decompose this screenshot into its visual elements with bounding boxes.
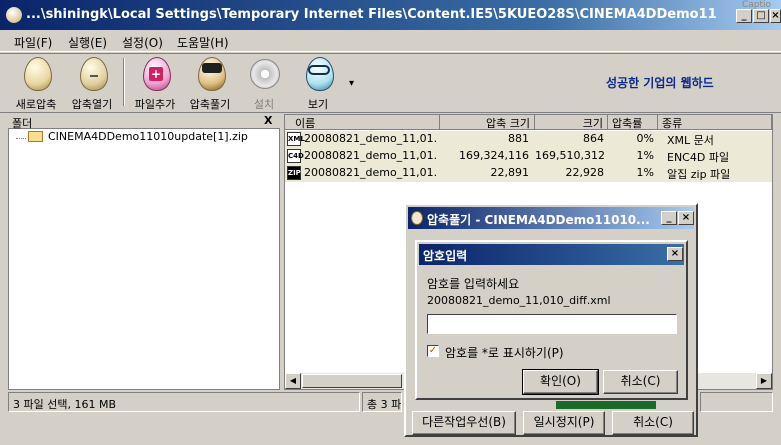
- xml-file-icon: XML: [287, 132, 305, 146]
- table-row[interactable]: C4D 20080821_demo_11,01... 169,324,116 1…: [285, 148, 772, 165]
- tree-item-archive[interactable]: CINEMA4DDemo11010update[1].zip: [48, 130, 248, 143]
- open-archive-label: 압축열기: [71, 98, 113, 111]
- menu-run[interactable]: 실행(E): [68, 34, 107, 50]
- password-dialog-title: 암호입력: [423, 249, 468, 263]
- ok-button[interactable]: 확인(O): [522, 369, 599, 395]
- plus-icon: +: [149, 67, 163, 81]
- file-name: 20080821_demo_11,01...: [304, 166, 438, 179]
- column-ratio[interactable]: 압축률: [608, 115, 658, 130]
- c4d-file-icon: C4D: [287, 149, 304, 163]
- password-dialog-titlebar[interactable]: 암호입력 ×: [419, 244, 684, 265]
- menu-bar: [0, 30, 781, 52]
- folder-panel-title: 폴더: [12, 117, 33, 130]
- view-dropdown-arrow[interactable]: ▾: [349, 78, 354, 89]
- extract-dialog-titlebar[interactable]: 압축풀기 - CINEMA4DDemo11010... _ ×: [408, 207, 694, 229]
- pause-button[interactable]: 일시정지(P): [523, 411, 605, 435]
- zip-file-icon: ZIP: [287, 166, 301, 180]
- tree-line: [16, 138, 26, 139]
- egg-icon: [411, 211, 423, 225]
- scroll-thumb[interactable]: [302, 374, 402, 388]
- minimize-button[interactable]: _: [736, 9, 752, 23]
- scroll-right-button[interactable]: ▶: [756, 373, 772, 389]
- extract-minimize-button[interactable]: _: [661, 211, 677, 225]
- extract-button[interactable]: 압축풀기: [184, 55, 236, 113]
- add-file-label: 파일추가: [134, 98, 176, 111]
- file-name: 20080821_demo_11,01...: [304, 149, 438, 162]
- password-dialog: 암호입력 × 암호를 입력하세요 20080821_demo_11,010_di…: [415, 240, 688, 400]
- new-archive-label: 새로압축: [15, 98, 57, 111]
- table-row[interactable]: XML 20080821_demo_11,01... 881 864 0% XM…: [285, 131, 772, 148]
- status-total: 총 3 파: [362, 392, 402, 412]
- password-filename: 20080821_demo_11,010_diff.xml: [427, 294, 611, 307]
- extract-cancel-button[interactable]: 취소(C): [612, 411, 694, 435]
- view-label: 보기: [307, 98, 329, 111]
- file-type: XML 문서: [667, 134, 714, 147]
- file-packed: 169,324,116: [459, 149, 529, 162]
- file-ratio: 0%: [636, 132, 654, 145]
- folder-icon: [28, 131, 43, 142]
- extract-close-button[interactable]: ×: [678, 211, 694, 225]
- file-ratio: 1%: [636, 166, 654, 179]
- file-packed: 881: [508, 132, 529, 145]
- install-disc-icon: [250, 59, 280, 89]
- egg-face-icon: [90, 71, 98, 77]
- file-size: 864: [583, 132, 604, 145]
- maximize-button[interactable]: □: [753, 9, 769, 23]
- install-label: 설치: [253, 98, 275, 111]
- file-type: ENC4D 파일: [667, 151, 730, 164]
- column-packed[interactable]: 압축 크기: [440, 115, 535, 130]
- file-name: 20080821_demo_11,01...: [304, 132, 438, 145]
- file-ratio: 1%: [636, 149, 654, 162]
- menu-settings[interactable]: 설정(O): [122, 34, 163, 50]
- folder-panel-close[interactable]: X: [264, 114, 272, 127]
- password-prompt: 암호를 입력하세요: [427, 277, 520, 291]
- view-button[interactable]: 보기: [292, 55, 344, 113]
- ad-slogan[interactable]: 성공한 기업의 웹하드: [606, 74, 746, 92]
- extract-label: 압축풀기: [189, 98, 231, 111]
- scroll-left-button[interactable]: ◀: [285, 373, 301, 389]
- mask-checkbox[interactable]: ✓: [427, 345, 439, 357]
- open-archive-button[interactable]: 압축열기: [66, 55, 118, 113]
- close-button[interactable]: ×: [770, 9, 781, 23]
- egg-new-icon: [24, 57, 52, 91]
- file-size: 22,928: [565, 166, 605, 179]
- new-archive-button[interactable]: 새로압축: [10, 55, 62, 113]
- column-type[interactable]: 종류: [658, 115, 772, 130]
- extract-dialog-title: 압축풀기 - CINEMA4DDemo11010...: [427, 213, 650, 227]
- column-name[interactable]: 이름: [285, 115, 440, 130]
- status-extra: [700, 392, 773, 412]
- folder-panel-header: 폴더 X: [8, 114, 280, 130]
- corner-caption-text: Captio: [742, 0, 772, 10]
- file-size: 169,510,312: [535, 149, 604, 162]
- add-file-button[interactable]: + 파일추가: [129, 55, 181, 113]
- status-selection: 3 파일 선택, 161 MB: [8, 392, 360, 412]
- password-close-button[interactable]: ×: [667, 247, 683, 261]
- progress-graphic: [556, 401, 656, 409]
- menu-help[interactable]: 도움말(H): [177, 34, 229, 50]
- file-type: 알집 zip 파일: [667, 168, 731, 181]
- cancel-button[interactable]: 취소(C): [603, 370, 678, 394]
- background-priority-button[interactable]: 다른작업우선(B): [412, 411, 516, 435]
- goggles-icon: [202, 63, 222, 73]
- glasses-icon: [308, 65, 330, 75]
- table-row[interactable]: ZIP 20080821_demo_11,01... 22,891 22,928…: [285, 165, 772, 182]
- alzip-egg-icon[interactable]: [6, 7, 22, 23]
- password-input[interactable]: [427, 314, 677, 334]
- file-packed: 22,891: [490, 166, 530, 179]
- column-size[interactable]: 크기: [535, 115, 608, 130]
- folder-tree-panel: [8, 114, 280, 390]
- menu-file[interactable]: 파일(F): [14, 34, 52, 50]
- install-button[interactable]: 설치: [238, 55, 290, 113]
- window-title: ...\shiningk\Local Settings\Temporary In…: [26, 7, 716, 22]
- mask-checkbox-label[interactable]: 암호를 *로 표시하기(P): [445, 344, 564, 361]
